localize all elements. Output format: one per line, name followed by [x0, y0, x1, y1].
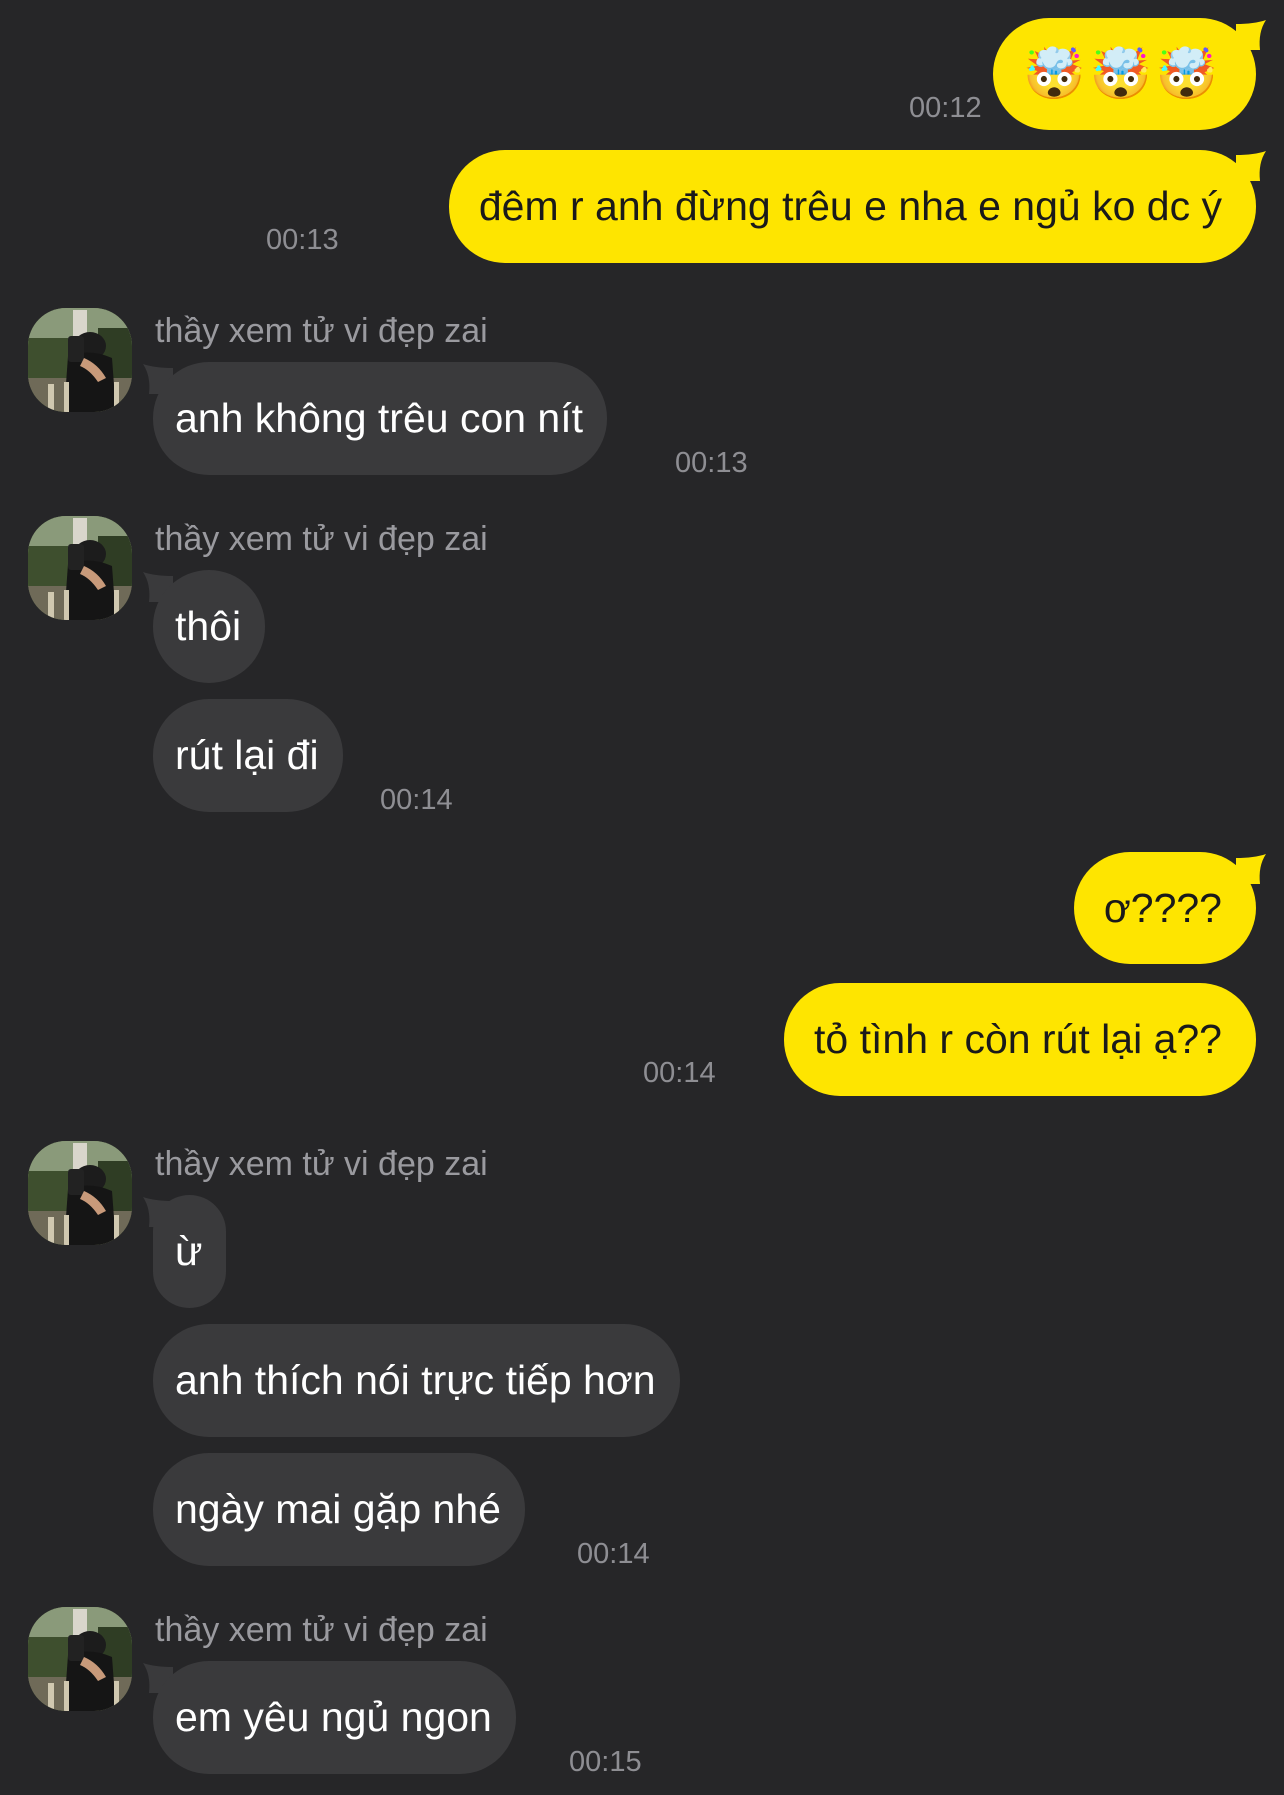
message-bubble[interactable]: thôi [153, 570, 266, 683]
message-text: ừ [175, 1228, 203, 1274]
sender-name: thầy xem tử vi đẹp zai [155, 312, 488, 350]
message-text: em yêu ngủ ngon [175, 1694, 492, 1740]
message-bubble[interactable]: tỏ tình r còn rút lại ạ?? [784, 983, 1256, 1096]
sender-name: thầy xem tử vi đẹp zai [155, 1145, 488, 1183]
message-bubble[interactable]: 🤯🤯🤯 [993, 18, 1256, 130]
message-text: tỏ tình r còn rút lại ạ?? [814, 1016, 1222, 1062]
message-text: anh thích nói trực tiếp hơn [175, 1357, 656, 1403]
message-bubble[interactable]: ơ???? [1073, 852, 1256, 964]
profile-photo-icon [28, 1141, 132, 1245]
message-text: anh không trêu con nít [175, 395, 584, 441]
message-time: 00:14 [380, 784, 453, 816]
message-bubble[interactable]: rút lại đi [153, 699, 343, 812]
contact-avatar[interactable] [28, 308, 132, 412]
message-bubble[interactable]: ngày mai gặp nhé [153, 1453, 525, 1566]
message-time: 00:14 [577, 1538, 650, 1570]
message-bubble[interactable]: em yêu ngủ ngon [153, 1661, 516, 1774]
sender-name: thầy xem tử vi đẹp zai [155, 520, 488, 558]
profile-photo-icon [28, 1607, 132, 1711]
message-time: 00:13 [675, 447, 748, 479]
chat-screen: { "colors": { "background": "#262628", "… [0, 0, 1284, 1795]
contact-avatar[interactable] [28, 516, 132, 620]
message-bubble[interactable]: đêm r anh đừng trêu e nha e ngủ ko dc ý [448, 150, 1256, 263]
profile-photo-icon [28, 516, 132, 620]
message-text: rút lại đi [175, 732, 319, 778]
contact-avatar[interactable] [28, 1607, 132, 1711]
message-time: 00:12 [909, 92, 982, 124]
message-text: thôi [175, 603, 242, 649]
message-time: 00:15 [569, 1746, 642, 1778]
message-bubble[interactable]: ừ [153, 1195, 227, 1308]
message-bubble[interactable]: anh không trêu con nít [153, 362, 608, 475]
contact-avatar[interactable] [28, 1141, 132, 1245]
message-bubble[interactable]: anh thích nói trực tiếp hơn [153, 1324, 680, 1437]
message-text: đêm r anh đừng trêu e nha e ngủ ko dc ý [478, 183, 1222, 229]
message-text: ngày mai gặp nhé [175, 1486, 501, 1532]
message-text: ơ???? [1103, 884, 1222, 931]
message-time: 00:13 [266, 224, 339, 256]
emoji-text: 🤯🤯🤯 [1023, 46, 1222, 102]
profile-photo-icon [28, 308, 132, 412]
sender-name: thầy xem tử vi đẹp zai [155, 1611, 488, 1649]
message-time: 00:14 [643, 1057, 716, 1089]
